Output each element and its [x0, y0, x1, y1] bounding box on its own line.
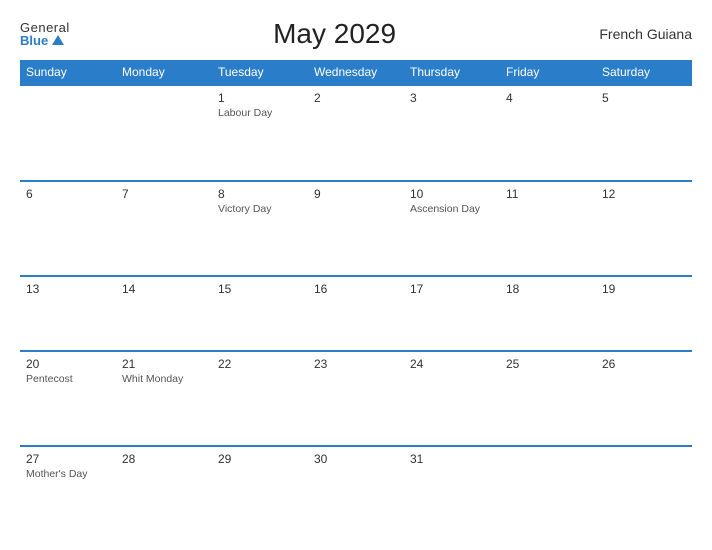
day-number: 11 — [506, 187, 590, 201]
header-friday: Friday — [500, 60, 596, 85]
cell-w5-d2: 29 — [212, 446, 308, 540]
holiday-name: Mother's Day — [26, 468, 110, 480]
holiday-name: Ascension Day — [410, 203, 494, 215]
cell-w1-d0 — [20, 85, 116, 181]
cell-w3-d2: 15 — [212, 276, 308, 351]
cell-w5-d0: 27 Mother's Day — [20, 446, 116, 540]
cell-w2-d6: 12 — [596, 181, 692, 277]
day-number: 13 — [26, 282, 110, 296]
cell-w5-d5 — [500, 446, 596, 540]
day-number: 10 — [410, 187, 494, 201]
cell-w5-d3: 30 — [308, 446, 404, 540]
region-label: French Guiana — [599, 26, 692, 42]
day-number: 2 — [314, 91, 398, 105]
cell-w4-d2: 22 — [212, 351, 308, 447]
day-number: 9 — [314, 187, 398, 201]
cell-w3-d1: 14 — [116, 276, 212, 351]
cell-w5-d4: 31 — [404, 446, 500, 540]
day-number: 3 — [410, 91, 494, 105]
day-number: 22 — [218, 357, 302, 371]
cell-w3-d3: 16 — [308, 276, 404, 351]
logo-triangle-icon — [52, 35, 64, 45]
day-number: 18 — [506, 282, 590, 296]
header-thursday: Thursday — [404, 60, 500, 85]
day-number: 4 — [506, 91, 590, 105]
week-row-4: 20 Pentecost 21 Whit Monday 22 23 24 25 26 — [20, 351, 692, 447]
header-wednesday: Wednesday — [308, 60, 404, 85]
week-row-2: 678 Victory Day 9 10 Ascension Day 11 12 — [20, 181, 692, 277]
cell-w2-d3: 9 — [308, 181, 404, 277]
cell-w4-d5: 25 — [500, 351, 596, 447]
day-number: 30 — [314, 452, 398, 466]
day-number: 19 — [602, 282, 686, 296]
week-row-5: 27 Mother's Day 28 29 30 31 — [20, 446, 692, 540]
day-number: 23 — [314, 357, 398, 371]
day-number: 28 — [122, 452, 206, 466]
weekday-header-row: Sunday Monday Tuesday Wednesday Thursday… — [20, 60, 692, 85]
day-number: 29 — [218, 452, 302, 466]
day-number: 5 — [602, 91, 686, 105]
cell-w3-d4: 17 — [404, 276, 500, 351]
day-number: 7 — [122, 187, 206, 201]
day-number: 25 — [506, 357, 590, 371]
day-number: 16 — [314, 282, 398, 296]
day-number: 1 — [218, 91, 302, 105]
cell-w4-d0: 20 Pentecost — [20, 351, 116, 447]
cell-w4-d6: 26 — [596, 351, 692, 447]
day-number: 26 — [602, 357, 686, 371]
cell-w1-d3: 2 — [308, 85, 404, 181]
generalblue-logo: General Blue — [20, 21, 70, 47]
cell-w3-d6: 19 — [596, 276, 692, 351]
week-row-1: 1 Labour Day 2345 — [20, 85, 692, 181]
calendar-table: Sunday Monday Tuesday Wednesday Thursday… — [20, 60, 692, 540]
day-number: 31 — [410, 452, 494, 466]
header-monday: Monday — [116, 60, 212, 85]
cell-w1-d4: 3 — [404, 85, 500, 181]
holiday-name: Labour Day — [218, 107, 302, 119]
cell-w4-d3: 23 — [308, 351, 404, 447]
logo-blue-text: Blue — [20, 34, 64, 47]
day-number: 14 — [122, 282, 206, 296]
cell-w2-d1: 7 — [116, 181, 212, 277]
header-saturday: Saturday — [596, 60, 692, 85]
cell-w2-d2: 8 Victory Day — [212, 181, 308, 277]
holiday-name: Pentecost — [26, 373, 110, 385]
cell-w1-d1 — [116, 85, 212, 181]
day-number: 15 — [218, 282, 302, 296]
day-number: 12 — [602, 187, 686, 201]
day-number: 21 — [122, 357, 206, 371]
cell-w4-d4: 24 — [404, 351, 500, 447]
cell-w2-d4: 10 Ascension Day — [404, 181, 500, 277]
holiday-name: Whit Monday — [122, 373, 206, 385]
cell-w4-d1: 21 Whit Monday — [116, 351, 212, 447]
cell-w1-d5: 4 — [500, 85, 596, 181]
week-row-3: 13 14 15 16 17 18 19 — [20, 276, 692, 351]
cell-w2-d5: 11 — [500, 181, 596, 277]
cell-w5-d6 — [596, 446, 692, 540]
cell-w3-d0: 13 — [20, 276, 116, 351]
day-number: 27 — [26, 452, 110, 466]
day-number: 6 — [26, 187, 110, 201]
calendar-title: May 2029 — [273, 18, 396, 50]
header-tuesday: Tuesday — [212, 60, 308, 85]
header-sunday: Sunday — [20, 60, 116, 85]
cell-w3-d5: 18 — [500, 276, 596, 351]
day-number: 8 — [218, 187, 302, 201]
cell-w5-d1: 28 — [116, 446, 212, 540]
day-number: 17 — [410, 282, 494, 296]
calendar-header: General Blue May 2029 French Guiana — [20, 18, 692, 50]
cell-w1-d6: 5 — [596, 85, 692, 181]
holiday-name: Victory Day — [218, 203, 302, 215]
cell-w2-d0: 6 — [20, 181, 116, 277]
day-number: 24 — [410, 357, 494, 371]
cell-w1-d2: 1 Labour Day — [212, 85, 308, 181]
day-number: 20 — [26, 357, 110, 371]
